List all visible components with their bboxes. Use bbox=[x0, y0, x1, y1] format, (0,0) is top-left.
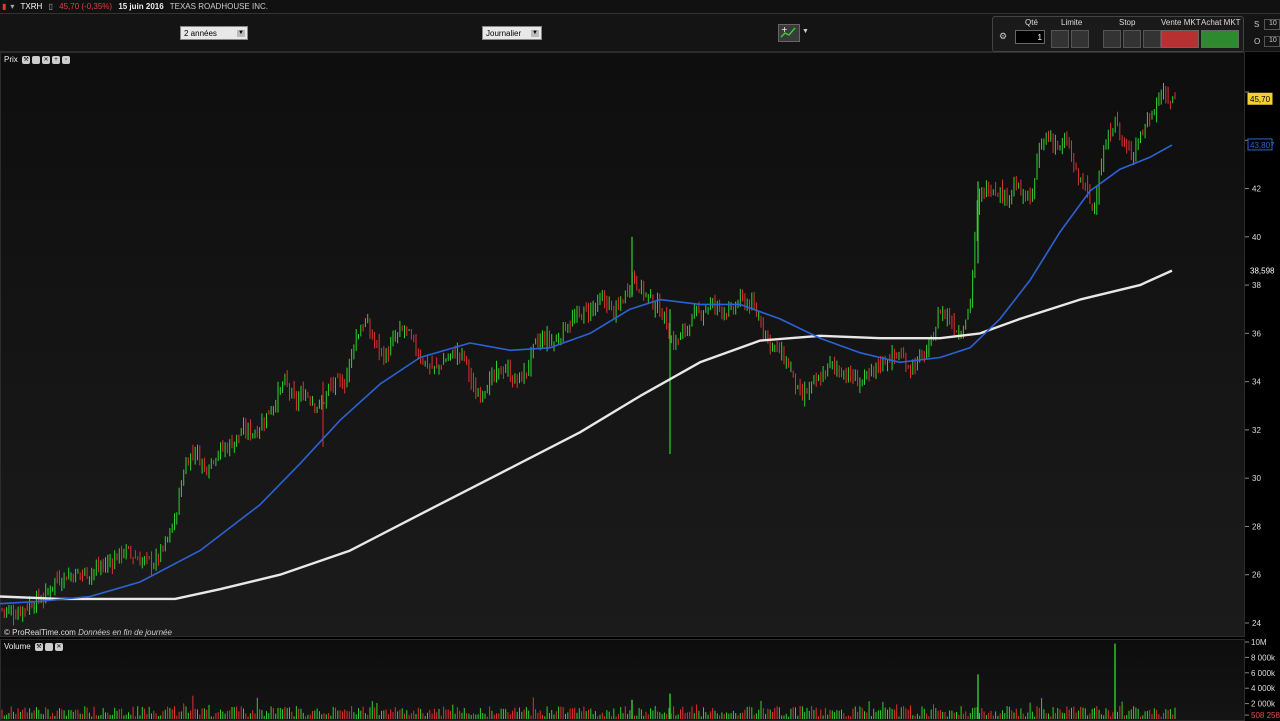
y-tick-label: 36 bbox=[1252, 329, 1261, 338]
ma-fast-value-tag: 43,807 bbox=[1250, 141, 1275, 150]
moving-average-fast-line bbox=[0, 144, 1173, 605]
volume-tick-label: 10M bbox=[1251, 638, 1267, 647]
volume-tick-label: 2 000k bbox=[1251, 700, 1276, 709]
chart-canvas: 24 26 28 30 32 34 36 38 40 42 45,70 43,807 38,598 10M… bbox=[0, 82, 1280, 720]
y-tick-label: 30 bbox=[1252, 474, 1261, 483]
y-tick-label: 26 bbox=[1252, 571, 1261, 580]
y-tick-label: 38 bbox=[1252, 281, 1261, 290]
ma-slow-value-tag: 38,598 bbox=[1250, 267, 1275, 276]
credit-text: © ProRealTime.com bbox=[4, 628, 76, 637]
volume-tick-label: 8 000k bbox=[1251, 653, 1276, 662]
last-price-tag: 45,70 bbox=[1250, 95, 1271, 104]
volume-tick-label: 6 000k bbox=[1251, 669, 1276, 678]
moving-average-slow-line bbox=[0, 269, 1173, 601]
y-tick-label: 24 bbox=[1252, 619, 1261, 628]
y-tick-label: 40 bbox=[1252, 233, 1261, 242]
y-tick-label: 34 bbox=[1252, 378, 1261, 387]
y-tick-label: 32 bbox=[1252, 426, 1261, 435]
data-credit: © ProRealTime.com Données en fin de jour… bbox=[4, 628, 172, 637]
credit-note: Données en fin de journée bbox=[78, 628, 172, 637]
y-tick-label: 28 bbox=[1252, 522, 1261, 531]
volume-tick-label: 4 000k bbox=[1251, 684, 1276, 693]
y-tick-label: 42 bbox=[1252, 185, 1261, 194]
volume-tick-label: 508 258 bbox=[1251, 711, 1280, 720]
